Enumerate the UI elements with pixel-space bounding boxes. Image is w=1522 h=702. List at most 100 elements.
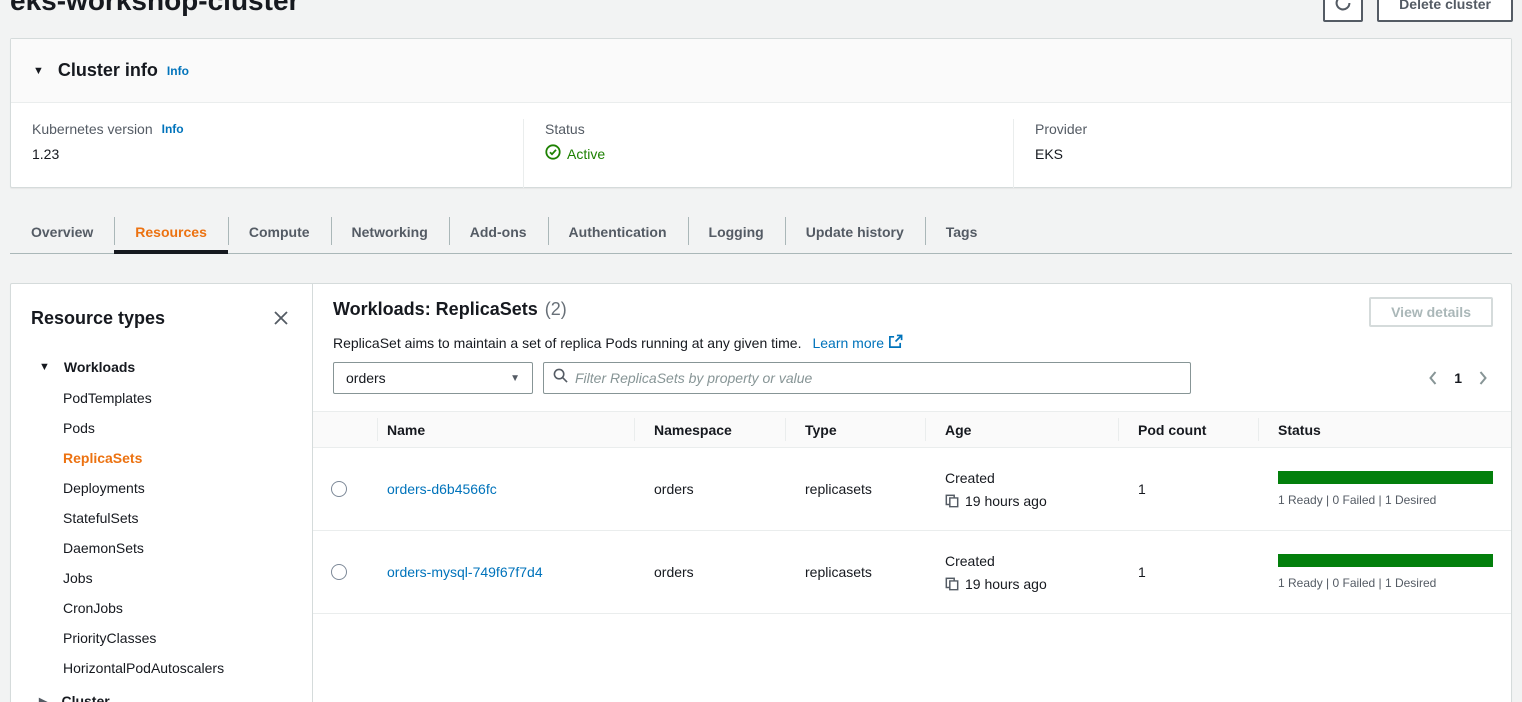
previous-page-icon[interactable] [1427,370,1438,386]
replicasets-table: Name Namespace Type Age Pod count Status… [313,411,1511,614]
column-header-pod-count: Pod count [1118,411,1258,448]
row-radio-button[interactable] [331,564,347,580]
cell-namespace: orders [634,481,785,497]
replicasets-description: ReplicaSet aims to maintain a set of rep… [333,335,801,351]
sidebar-item-daemonsets[interactable]: DaemonSets [11,533,312,563]
table-row: orders-d6b4566fc orders replicasets Crea… [313,448,1511,531]
cluster-info-title: Cluster info [58,60,158,81]
kubernetes-version-info-link[interactable]: Info [162,122,184,136]
tab-tags[interactable]: Tags [925,210,999,254]
refresh-button[interactable] [1323,0,1363,22]
search-icon [553,368,568,388]
table-header: Name Namespace Type Age Pod count Status [313,411,1511,448]
cell-namespace: orders [634,564,785,580]
cell-pod-count: 1 [1118,564,1258,580]
kubernetes-version-label: Kubernetes version [32,121,153,137]
tabs-divider [10,253,1512,254]
cell-status: 1 Ready | 0 Failed | 1 Desired [1258,554,1511,590]
column-header-namespace: Namespace [634,411,785,448]
eks-cluster-detail-page: eks-workshop-cluster Delete cluster ▼ Cl… [0,0,1522,702]
cluster-info-header[interactable]: ▼ Cluster info Info [11,39,1511,103]
learn-more-link[interactable]: Learn more [812,334,903,352]
status-summary: 1 Ready | 0 Failed | 1 Desired [1278,576,1493,590]
select-all-column [313,411,377,448]
cell-type: replicasets [785,481,925,497]
replicasets-count: (2) [545,299,567,320]
tab-authentication[interactable]: Authentication [548,210,688,254]
view-details-button[interactable]: View details [1369,297,1493,327]
header-actions: Delete cluster [1323,0,1513,22]
kubernetes-version-field: Kubernetes version Info 1.23 [11,119,523,188]
cell-age: Created 19 hours ago [925,470,1118,509]
copy-icon[interactable] [945,494,959,508]
kubernetes-version-value: 1.23 [32,146,523,162]
column-header-age: Age [925,411,1118,448]
replicasets-title: Workloads: ReplicaSets [333,299,538,320]
status-summary: 1 Ready | 0 Failed | 1 Desired [1278,493,1493,507]
tab-networking[interactable]: Networking [331,210,449,254]
cell-age: Created 19 hours ago [925,553,1118,592]
sidebar-item-podtemplates[interactable]: PodTemplates [11,383,312,413]
sidebar-item-cronjobs[interactable]: CronJobs [11,593,312,623]
search-input[interactable] [575,370,1181,386]
resources-panel: Resource types ▼ Workloads PodTemplates … [10,283,1512,702]
provider-value: EKS [1035,146,1511,162]
tab-logging[interactable]: Logging [688,210,785,254]
namespace-filter-select[interactable]: orders ▼ [333,362,533,394]
delete-cluster-button[interactable]: Delete cluster [1377,0,1513,22]
replicaset-name-link[interactable]: orders-d6b4566fc [387,481,497,497]
replicaset-name-link[interactable]: orders-mysql-749f67f7d4 [387,564,543,580]
cluster-tabs: Overview Resources Compute Networking Ad… [10,210,1512,254]
collapse-caret-icon[interactable]: ▼ [33,65,44,77]
provider-field: Provider EKS [1013,119,1511,188]
cell-pod-count: 1 [1118,481,1258,497]
sidebar-group-cluster[interactable]: ▶ Cluster [11,693,312,702]
sidebar-item-horizontalpodautoscalers[interactable]: HorizontalPodAutoscalers [11,653,312,683]
replicasets-search[interactable] [543,362,1191,394]
tab-update-history[interactable]: Update history [785,210,925,254]
current-page-number[interactable]: 1 [1454,370,1462,386]
cell-type: replicasets [785,564,925,580]
close-icon[interactable] [266,303,296,333]
tab-compute[interactable]: Compute [228,210,331,254]
status-value: Active [567,146,605,162]
refresh-icon [1334,0,1352,15]
tab-overview[interactable]: Overview [10,210,114,254]
sidebar-group-workloads[interactable]: ▼ Workloads [11,359,312,375]
sidebar-item-replicasets[interactable]: ReplicaSets [11,443,312,473]
cell-age-value: 19 hours ago [965,493,1047,509]
tab-add-ons[interactable]: Add-ons [449,210,548,254]
page-title: eks-workshop-cluster [10,0,299,17]
caret-down-icon: ▼ [39,361,50,373]
cluster-info-card: ▼ Cluster info Info Kubernetes version I… [10,38,1512,188]
caret-right-icon: ▶ [39,695,47,702]
replicasets-main-panel: Workloads: ReplicaSets (2) View details … [313,284,1511,702]
cluster-info-body: Kubernetes version Info 1.23 Status Acti… [11,103,1511,188]
sidebar-item-priorityclasses[interactable]: PriorityClasses [11,623,312,653]
table-row: orders-mysql-749f67f7d4 orders replicase… [313,531,1511,614]
status-progress-bar [1278,471,1493,484]
status-progress-bar [1278,554,1493,567]
status-label: Status [545,121,1013,137]
chevron-down-icon: ▼ [510,373,520,384]
next-page-icon[interactable] [1478,370,1489,386]
resource-types-sidebar: Resource types ▼ Workloads PodTemplates … [11,284,313,702]
provider-label: Provider [1035,121,1511,137]
row-radio-button[interactable] [331,481,347,497]
tab-resources[interactable]: Resources [114,210,228,254]
resource-types-title: Resource types [31,308,165,329]
copy-icon[interactable] [945,577,959,591]
namespace-filter-value: orders [346,370,386,386]
sidebar-item-jobs[interactable]: Jobs [11,563,312,593]
workloads-items: PodTemplates Pods ReplicaSets Deployment… [11,383,312,683]
cluster-info-info-link[interactable]: Info [167,64,189,78]
status-field: Status Active [523,119,1013,188]
external-link-icon [888,334,903,352]
sidebar-item-pods[interactable]: Pods [11,413,312,443]
column-header-status: Status [1258,411,1511,448]
sidebar-item-statefulsets[interactable]: StatefulSets [11,503,312,533]
pagination: 1 [1427,362,1491,394]
cell-age-value: 19 hours ago [965,576,1047,592]
sidebar-item-deployments[interactable]: Deployments [11,473,312,503]
status-check-icon [545,144,561,163]
